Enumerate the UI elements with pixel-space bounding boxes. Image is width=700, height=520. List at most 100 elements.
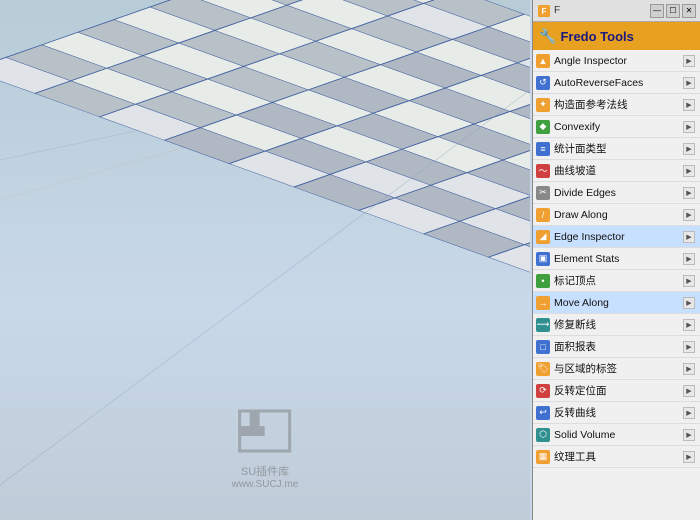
menu-icon-curve-channel: 〜 — [535, 163, 551, 179]
panel-header: 🔧 Fredo Tools — [533, 22, 700, 50]
menu-item-curve-channel[interactable]: 〜 曲线坡道 ▶ — [533, 160, 700, 182]
menu-label-edge-inspector: Edge Inspector — [554, 231, 679, 243]
arrow-box-auto-reverse-faces: ▶ — [683, 77, 695, 89]
menu-list: ▲ Angle Inspector ▶ ↺ AutoReverseFaces ▶… — [533, 50, 700, 520]
menu-label-angle-inspector: Angle Inspector — [554, 55, 679, 67]
minimize-button[interactable]: — — [650, 4, 664, 18]
arrow-box-element-stats: ▶ — [683, 253, 695, 265]
menu-icon-solid-volume: ⬡ — [535, 427, 551, 443]
menu-icon-repair-breaks: ⟿ — [535, 317, 551, 333]
menu-arrow-repair-breaks: ▶ — [682, 318, 696, 332]
arrow-box-angle-inspector: ▶ — [683, 55, 695, 67]
menu-icon-convexify: ◆ — [535, 119, 551, 135]
panel-header-title: Fredo Tools — [560, 29, 633, 44]
menu-icon-mark-vertices: • — [535, 273, 551, 289]
menu-icon-element-stats: ▣ — [535, 251, 551, 267]
menu-item-reverse-curve[interactable]: ↩ 反转曲线 ▶ — [533, 402, 700, 424]
menu-label-move-along: Move Along — [554, 297, 679, 309]
menu-arrow-move-along: ▶ — [682, 296, 696, 310]
menu-label-construct-face: 构造面参考法线 — [554, 97, 679, 112]
arrow-box-solid-volume: ▶ — [683, 429, 695, 441]
menu-label-solid-volume: Solid Volume — [554, 429, 679, 441]
arrow-box-convexify: ▶ — [683, 121, 695, 133]
menu-item-divide-edges[interactable]: ✂ Divide Edges ▶ — [533, 182, 700, 204]
menu-item-area-tags[interactable]: 🏷 与区域的标签 ▶ — [533, 358, 700, 380]
menu-arrow-reverse-orient: ▶ — [682, 384, 696, 398]
arrow-box-draw-along: ▶ — [683, 209, 695, 221]
arrow-box-curve-channel: ▶ — [683, 165, 695, 177]
menu-item-edge-inspector[interactable]: ◢ Edge Inspector ▶ — [533, 226, 700, 248]
menu-label-divide-edges: Divide Edges — [554, 187, 679, 199]
menu-label-reverse-orient: 反转定位面 — [554, 383, 679, 398]
menu-item-mark-vertices[interactable]: • 标记顶点 ▶ — [533, 270, 700, 292]
menu-arrow-edge-inspector: ▶ — [682, 230, 696, 244]
menu-arrow-area-tags: ▶ — [682, 362, 696, 376]
menu-label-count-face-types: 统计面类型 — [554, 141, 679, 156]
menu-arrow-construct-face: ▶ — [682, 98, 696, 112]
menu-item-reverse-orient[interactable]: ⟳ 反转定位面 ▶ — [533, 380, 700, 402]
menu-label-reverse-curve: 反转曲线 — [554, 405, 679, 420]
arrow-box-texture-tool: ▶ — [683, 451, 695, 463]
menu-label-texture-tool: 纹理工具 — [554, 449, 679, 464]
menu-icon-construct-face: ✦ — [535, 97, 551, 113]
arrow-box-move-along: ▶ — [683, 297, 695, 309]
arrow-box-area-report: ▶ — [683, 341, 695, 353]
menu-arrow-reverse-curve: ▶ — [682, 406, 696, 420]
menu-item-convexify[interactable]: ◆ Convexify ▶ — [533, 116, 700, 138]
menu-arrow-texture-tool: ▶ — [682, 450, 696, 464]
arrow-box-edge-inspector: ▶ — [683, 231, 695, 243]
menu-item-element-stats[interactable]: ▣ Element Stats ▶ — [533, 248, 700, 270]
menu-item-area-report[interactable]: □ 面积报表 ▶ — [533, 336, 700, 358]
arrow-box-reverse-curve: ▶ — [683, 407, 695, 419]
menu-item-move-along[interactable]: → Move Along ▶ — [533, 292, 700, 314]
menu-icon-divide-edges: ✂ — [535, 185, 551, 201]
menu-icon-draw-along: / — [535, 207, 551, 223]
3d-viewport: SU插件库 www.SUCJ.me — [0, 0, 530, 520]
menu-arrow-mark-vertices: ▶ — [682, 274, 696, 288]
menu-icon-area-report: □ — [535, 339, 551, 355]
menu-arrow-solid-volume: ▶ — [682, 428, 696, 442]
watermark: SU插件库 www.SUCJ.me — [232, 406, 299, 490]
menu-icon-move-along: → — [535, 295, 551, 311]
close-button[interactable]: ✕ — [682, 4, 696, 18]
menu-item-construct-face[interactable]: ✦ 构造面参考法线 ▶ — [533, 94, 700, 116]
arrow-box-mark-vertices: ▶ — [683, 275, 695, 287]
watermark-url: www.SUCJ.me — [232, 479, 299, 490]
menu-item-angle-inspector[interactable]: ▲ Angle Inspector ▶ — [533, 50, 700, 72]
panel-title-label: F — [554, 5, 560, 16]
menu-icon-reverse-curve: ↩ — [535, 405, 551, 421]
menu-label-repair-breaks: 修复断线 — [554, 317, 679, 332]
panel-controls: — ☐ ✕ — [650, 4, 696, 18]
menu-label-convexify: Convexify — [554, 121, 679, 133]
menu-arrow-draw-along: ▶ — [682, 208, 696, 222]
fredo-header-icon: 🔧 — [539, 28, 556, 45]
menu-item-draw-along[interactable]: / Draw Along ▶ — [533, 204, 700, 226]
menu-icon-area-tags: 🏷 — [535, 361, 551, 377]
arrow-box-repair-breaks: ▶ — [683, 319, 695, 331]
arrow-box-area-tags: ▶ — [683, 363, 695, 375]
arrow-box-divide-edges: ▶ — [683, 187, 695, 199]
menu-item-count-face-types[interactable]: ≡ 统计面类型 ▶ — [533, 138, 700, 160]
panel-icon: F — [537, 4, 551, 18]
menu-arrow-angle-inspector: ▶ — [682, 54, 696, 68]
maximize-button[interactable]: ☐ — [666, 4, 680, 18]
menu-item-texture-tool[interactable]: ▦ 纹理工具 ▶ — [533, 446, 700, 468]
watermark-text: SU插件库 — [232, 463, 299, 479]
menu-icon-auto-reverse-faces: ↺ — [535, 75, 551, 91]
menu-item-repair-breaks[interactable]: ⟿ 修复断线 ▶ — [533, 314, 700, 336]
menu-icon-texture-tool: ▦ — [535, 449, 551, 465]
menu-label-auto-reverse-faces: AutoReverseFaces — [554, 77, 679, 89]
menu-label-area-tags: 与区域的标签 — [554, 361, 679, 376]
menu-label-area-report: 面积报表 — [554, 339, 679, 354]
menu-item-auto-reverse-faces[interactable]: ↺ AutoReverseFaces ▶ — [533, 72, 700, 94]
menu-arrow-area-report: ▶ — [682, 340, 696, 354]
menu-label-mark-vertices: 标记顶点 — [554, 273, 679, 288]
svg-text:F: F — [542, 7, 547, 16]
menu-arrow-convexify: ▶ — [682, 120, 696, 134]
menu-item-solid-volume[interactable]: ⬡ Solid Volume ▶ — [533, 424, 700, 446]
fredo-tools-panel: F F — ☐ ✕ 🔧 Fredo Tools ▲ Angle Inspecto… — [532, 0, 700, 520]
menu-arrow-count-face-types: ▶ — [682, 142, 696, 156]
menu-arrow-auto-reverse-faces: ▶ — [682, 76, 696, 90]
arrow-box-construct-face: ▶ — [683, 99, 695, 111]
menu-label-element-stats: Element Stats — [554, 253, 679, 265]
